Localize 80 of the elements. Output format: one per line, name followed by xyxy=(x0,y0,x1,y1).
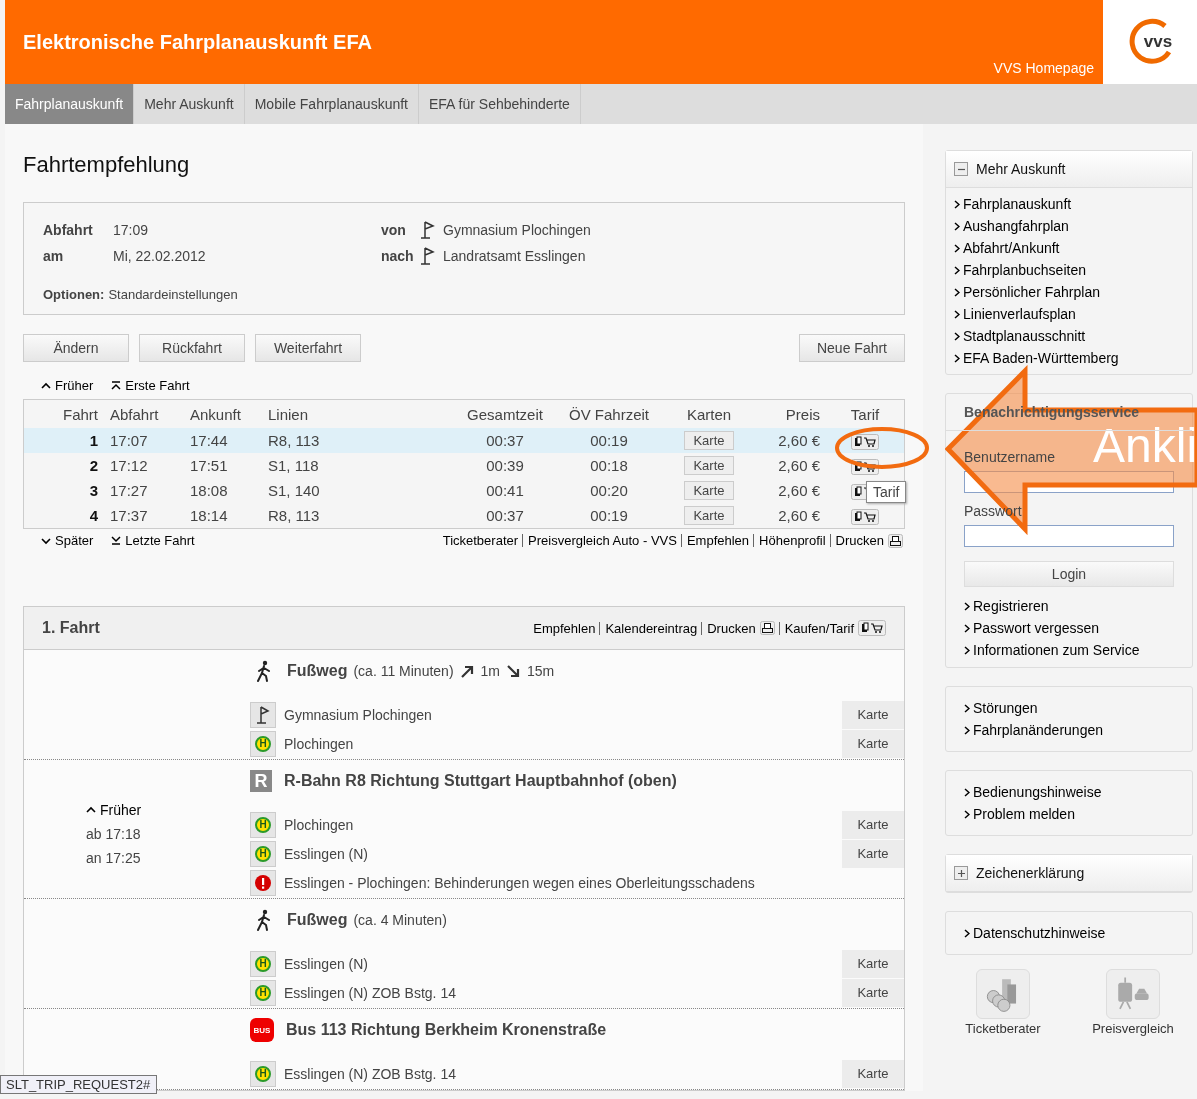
bus-badge: BUS xyxy=(250,1018,274,1042)
table-cell-text: 18:14 xyxy=(189,507,229,524)
column-header: Ankunft xyxy=(189,405,242,423)
field-value: Mi, 22.02.2012 xyxy=(113,248,206,264)
field-label: Abfahrt xyxy=(43,222,94,238)
leg-title: Fußweg xyxy=(287,911,348,929)
leg-title: R-Bahn R8 Richtung Stuttgart Hauptbahnhof (oben) xyxy=(284,772,677,790)
field-label: nach xyxy=(381,248,415,264)
table-cell-text: 17:07 xyxy=(109,432,149,449)
rail-badge: R xyxy=(250,770,272,792)
column-header: Abfahrt xyxy=(109,405,160,423)
tooltip: Tarif xyxy=(866,481,907,503)
options-value: Standardeinstellungen xyxy=(108,287,238,302)
table-cell-text: 3 xyxy=(88,482,99,499)
stop-icon: H xyxy=(250,730,276,757)
table-cell-text: 18:08 xyxy=(189,482,229,499)
stop-name: Esslingen (N) ZOB Bstg. 14 xyxy=(284,1065,457,1082)
stop-name: Plochingen xyxy=(284,735,355,752)
table-cell-text: 00:41 xyxy=(485,482,525,499)
column-header: Karten xyxy=(685,405,733,423)
status-tooltip: SLT_TRIP_REQUEST2# xyxy=(0,1075,158,1094)
column-header: Preis xyxy=(784,405,821,423)
table-cell-text: 2 xyxy=(88,457,99,474)
table-cell-text: 00:20 xyxy=(589,482,629,499)
table-cell-text: 17:27 xyxy=(109,482,149,499)
stop-icon: H xyxy=(250,950,276,977)
leg-title: Fußweg xyxy=(287,662,348,680)
table-cell-text: 2,60 € xyxy=(777,482,821,499)
options-label: Optionen: xyxy=(43,287,105,302)
stop-name: Plochingen xyxy=(284,816,355,833)
stop-icon: H xyxy=(250,840,276,867)
leg-time: ab 17:18 xyxy=(86,826,142,842)
table-cell-text: 00:18 xyxy=(589,457,629,474)
leg-title: Bus 113 Richtung Berkheim Kronenstraße xyxy=(286,1021,607,1039)
stop-name: Esslingen - Plochingen: Behinderungen wegen eines Oberleitungsschadens xyxy=(284,874,756,891)
table-cell-text: R8, 113 xyxy=(267,432,321,449)
field-label: am xyxy=(43,248,65,264)
table-cell-text: 4 xyxy=(88,507,99,524)
column-header: Tarif xyxy=(849,405,881,423)
stop-name: Esslingen (N) xyxy=(284,845,370,862)
stop-name: Esslingen (N) xyxy=(284,955,370,972)
trip-title: 1. Fahrt xyxy=(42,619,100,637)
table-cell-text: 00:39 xyxy=(485,457,525,474)
stop-name: Gymnasium Plochingen xyxy=(284,706,433,723)
table-cell-text: S1, 118 xyxy=(267,457,320,474)
leg-duration: (ca. 4 Minuten) xyxy=(353,912,447,928)
column-header: Gesamtzeit xyxy=(466,405,544,423)
logo: vvs xyxy=(1103,0,1197,84)
table-cell-text: 00:37 xyxy=(485,507,525,524)
page-title: Fahrtempfehlung xyxy=(23,152,191,179)
descent-value: 15m xyxy=(527,663,555,679)
field-value: Landratsamt Esslingen xyxy=(443,248,586,264)
table-cell-text: 00:19 xyxy=(589,507,629,524)
column-header: Fahrt xyxy=(62,405,99,423)
column-header: ÖV Fahrzeit xyxy=(568,405,650,423)
stop-icon: H xyxy=(250,811,276,838)
ascent-value: 1m xyxy=(480,663,500,679)
table-cell-text: 17:51 xyxy=(189,457,229,474)
table-cell-text: S1, 140 xyxy=(267,482,321,499)
table-cell-text: 17:12 xyxy=(109,457,149,474)
stop-icon: H xyxy=(250,1060,276,1087)
table-cell-text: 00:37 xyxy=(485,432,525,449)
table-cell-text: 2,60 € xyxy=(777,507,821,524)
field-label: von xyxy=(381,222,407,238)
table-cell-text: 17:44 xyxy=(189,432,229,449)
leg-duration: (ca. 11 Minuten) xyxy=(353,663,454,679)
site-title: Elektronische Fahrplanauskunft EFA xyxy=(23,30,372,54)
table-cell-text: R8, 113 xyxy=(267,507,321,524)
stop-icon: H xyxy=(250,979,276,1006)
column-header: Linien xyxy=(267,405,310,423)
table-cell-text: 2,60 € xyxy=(777,432,821,449)
field-value: 17:09 xyxy=(113,222,149,238)
table-cell-text: 17:37 xyxy=(109,507,149,524)
field-label: Benutzername xyxy=(964,449,1057,465)
table-cell-text: 1 xyxy=(88,432,99,449)
stop-name: Esslingen (N) ZOB Bstg. 14 xyxy=(284,984,457,1001)
table-cell-text: 00:19 xyxy=(589,432,629,449)
leg-time: an 17:25 xyxy=(86,850,142,866)
table-cell-text: 2,60 € xyxy=(777,457,821,474)
field-value: Gymnasium Plochingen xyxy=(443,222,591,238)
